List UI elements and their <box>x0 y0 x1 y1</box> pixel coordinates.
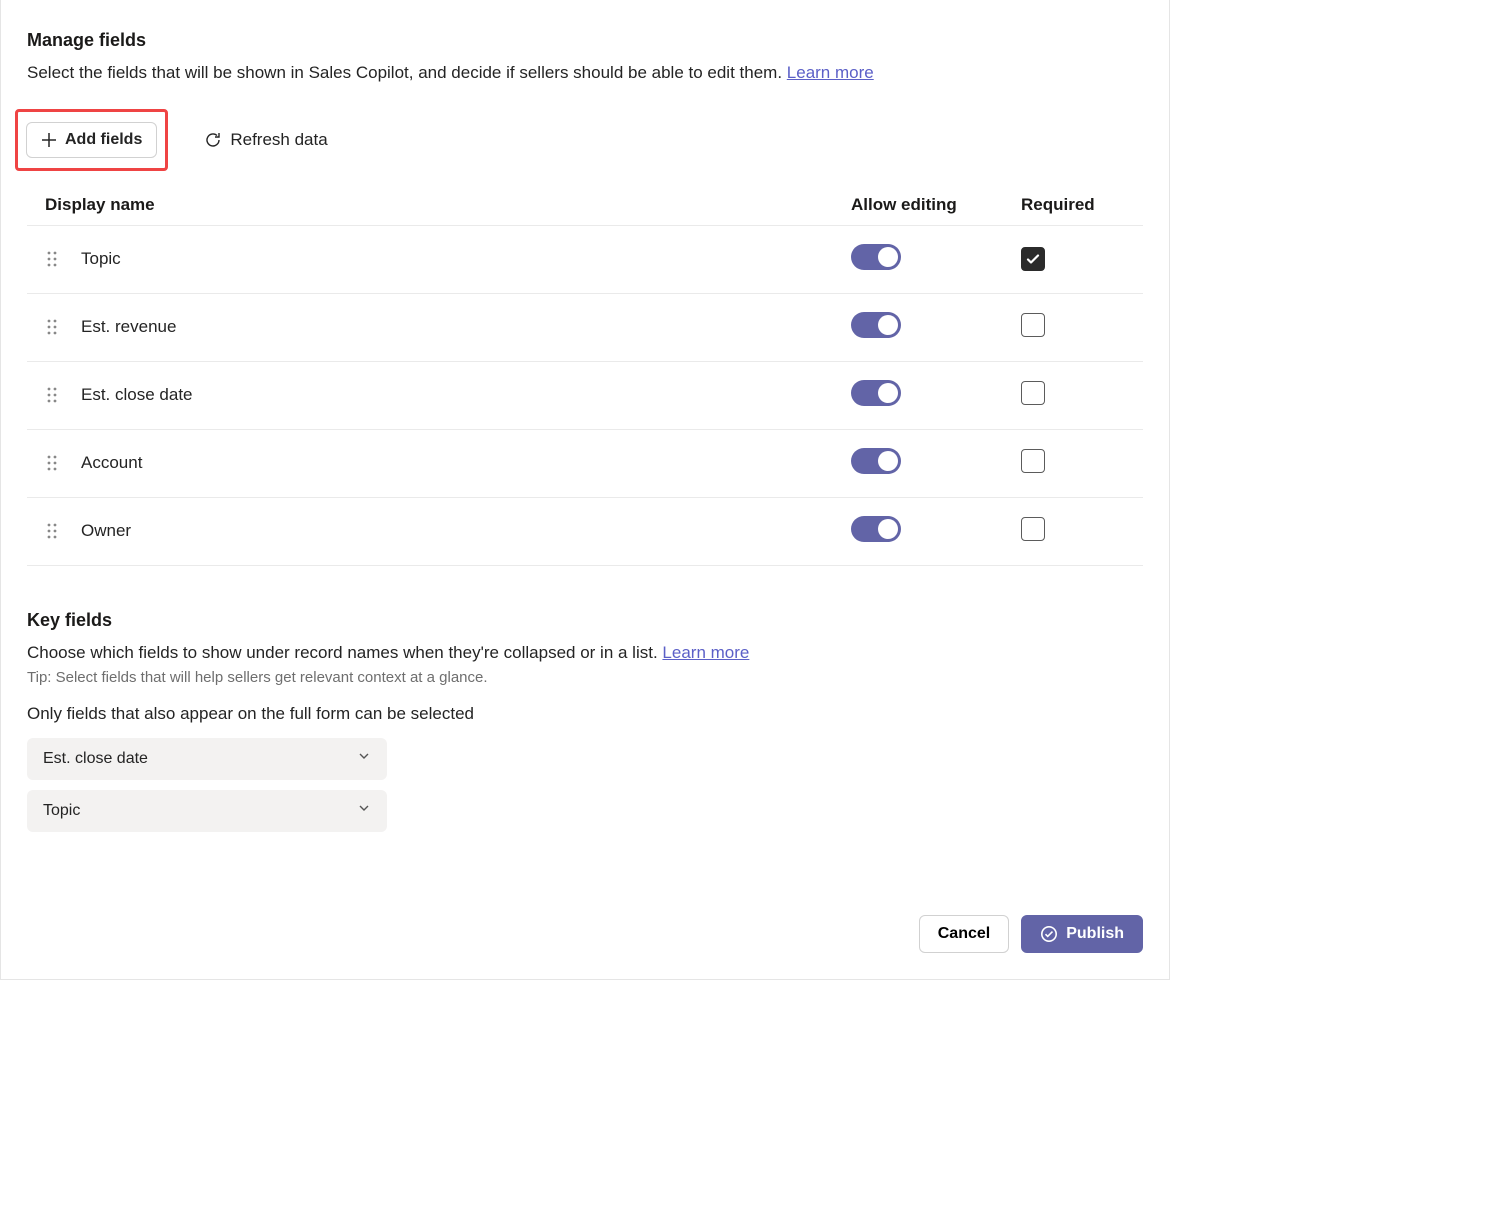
settings-panel: Manage fields Select the fields that wil… <box>0 0 1170 980</box>
key-fields-title: Key fields <box>27 610 1143 631</box>
field-name: Topic <box>81 249 121 269</box>
col-required: Required <box>1003 185 1143 226</box>
allow-editing-toggle[interactable] <box>851 516 901 542</box>
manage-fields-desc-text: Select the fields that will be shown in … <box>27 63 787 82</box>
field-name: Est. close date <box>81 385 193 405</box>
table-row: Est. revenue <box>27 293 1143 361</box>
table-row: Est. close date <box>27 361 1143 429</box>
key-fields-tip: Tip: Select fields that will help seller… <box>27 669 1143 686</box>
plus-icon <box>41 132 57 148</box>
key-field-select[interactable]: Topic <box>27 790 387 832</box>
allow-editing-toggle[interactable] <box>851 448 901 474</box>
table-row: Topic <box>27 225 1143 293</box>
key-fields-desc-text: Choose which fields to show under record… <box>27 643 662 662</box>
key-field-select[interactable]: Est. close date <box>27 738 387 780</box>
add-fields-label: Add fields <box>65 131 142 149</box>
publish-button[interactable]: Publish <box>1021 915 1143 953</box>
publish-label: Publish <box>1066 925 1124 943</box>
allow-editing-toggle[interactable] <box>851 312 901 338</box>
allow-editing-toggle[interactable] <box>851 244 901 270</box>
field-name: Account <box>81 453 142 473</box>
required-checkbox[interactable] <box>1021 313 1045 337</box>
required-checkbox[interactable] <box>1021 449 1045 473</box>
manage-fields-title: Manage fields <box>27 30 1143 51</box>
check-circle-icon <box>1040 925 1058 943</box>
manage-learn-more-link[interactable]: Learn more <box>787 63 874 82</box>
drag-handle-icon[interactable] <box>45 386 59 404</box>
refresh-data-button[interactable]: Refresh data <box>190 122 341 158</box>
required-checkbox[interactable] <box>1021 517 1045 541</box>
key-field-value: Topic <box>43 802 80 820</box>
drag-handle-icon[interactable] <box>45 250 59 268</box>
refresh-data-label: Refresh data <box>230 130 327 150</box>
fields-toolbar: Add fields Refresh data <box>27 109 1143 171</box>
required-checkbox[interactable] <box>1021 247 1045 271</box>
add-fields-highlight: Add fields <box>15 109 168 171</box>
chevron-down-icon <box>357 801 371 820</box>
drag-handle-icon[interactable] <box>45 522 59 540</box>
key-fields-desc: Choose which fields to show under record… <box>27 641 1143 665</box>
field-name: Owner <box>81 521 131 541</box>
cancel-button[interactable]: Cancel <box>919 915 1009 953</box>
chevron-down-icon <box>357 749 371 768</box>
key-learn-more-link[interactable]: Learn more <box>662 643 749 662</box>
table-row: Account <box>27 429 1143 497</box>
footer-actions: Cancel Publish <box>919 915 1143 953</box>
required-checkbox[interactable] <box>1021 381 1045 405</box>
add-fields-button[interactable]: Add fields <box>26 122 157 158</box>
refresh-icon <box>204 131 222 149</box>
fields-table: Display name Allow editing Required Topi… <box>27 185 1143 566</box>
table-row: Owner <box>27 497 1143 565</box>
drag-handle-icon[interactable] <box>45 454 59 472</box>
key-fields-note: Only fields that also appear on the full… <box>27 704 1143 724</box>
col-allow-editing: Allow editing <box>833 185 1003 226</box>
key-field-value: Est. close date <box>43 750 148 768</box>
drag-handle-icon[interactable] <box>45 318 59 336</box>
field-name: Est. revenue <box>81 317 176 337</box>
col-display-name: Display name <box>27 185 833 226</box>
allow-editing-toggle[interactable] <box>851 380 901 406</box>
manage-fields-desc: Select the fields that will be shown in … <box>27 61 1143 85</box>
key-fields-section: Key fields Choose which fields to show u… <box>27 610 1143 832</box>
